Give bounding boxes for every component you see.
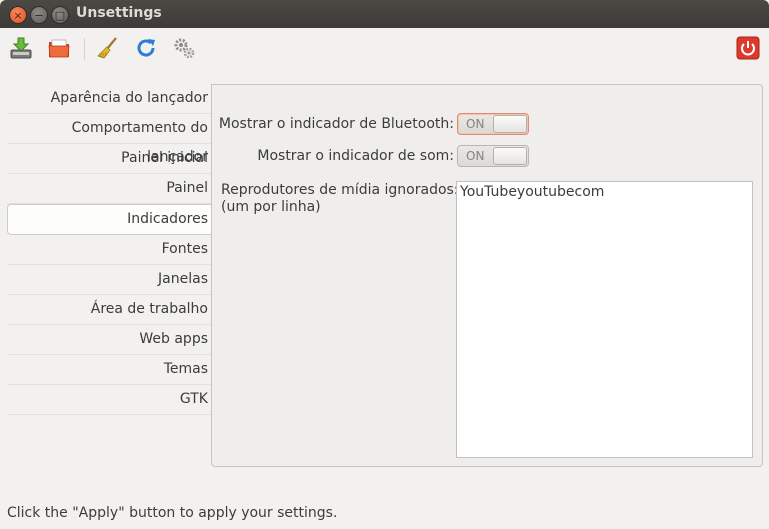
close-button[interactable]: × <box>9 6 27 24</box>
refresh-button[interactable] <box>133 35 159 61</box>
switch-state: ON <box>466 149 485 163</box>
minimize-icon: − <box>34 8 44 22</box>
sidebar-item-label: Web apps <box>139 331 208 347</box>
sidebar-item-label: Aparência do lançador <box>50 90 208 106</box>
media-players-label: Reprodutores de mídia ignorados: (um por… <box>221 182 459 216</box>
settings-button[interactable] <box>171 35 197 61</box>
sidebar-item-label: Fontes <box>161 241 208 257</box>
folder-open-icon <box>48 39 70 58</box>
sidebar: Aparência do lançador Comportamento do l… <box>7 84 212 415</box>
sidebar-item-label: Painel <box>166 180 208 196</box>
sidebar-item-label: Temas <box>163 361 208 377</box>
media-players-textarea[interactable]: YouTubeyoutubecom <box>456 181 753 458</box>
sound-switch[interactable]: ON <box>457 145 529 167</box>
quit-button[interactable] <box>735 35 761 61</box>
open-button[interactable] <box>46 35 72 61</box>
toolbar-separator <box>84 38 85 60</box>
switch-knob <box>493 115 527 133</box>
window-title: Unsettings <box>76 5 162 21</box>
sidebar-item-temas[interactable]: Temas <box>7 355 212 385</box>
sidebar-item-label: GTK <box>179 391 208 407</box>
switch-knob <box>493 147 527 165</box>
maximize-button[interactable]: □ <box>51 6 69 24</box>
bluetooth-label: Mostrar o indicador de Bluetooth: <box>218 116 454 132</box>
sidebar-item-painel-inicial[interactable]: Painel inicial <box>7 144 212 174</box>
save-button[interactable] <box>8 35 34 61</box>
refresh-icon <box>137 39 155 57</box>
sidebar-item-label: Painel inicial <box>121 150 208 166</box>
sidebar-item-label: Área de trabalho <box>90 301 208 317</box>
sidebar-item-label: Janelas <box>158 271 208 287</box>
gears-icon <box>174 38 195 59</box>
switch-state: ON <box>466 117 485 131</box>
minimize-button[interactable]: − <box>30 6 48 24</box>
sidebar-item-area-trabalho[interactable]: Área de trabalho <box>7 295 212 325</box>
power-icon <box>736 36 760 60</box>
maximize-icon: □ <box>54 8 66 22</box>
media-players-label-line1: Reprodutores de mídia ignorados: <box>221 182 459 198</box>
close-icon: × <box>13 8 23 22</box>
broom-icon <box>97 37 117 59</box>
status-bar-text: Click the "Apply" button to apply your s… <box>7 505 338 521</box>
sidebar-item-painel[interactable]: Painel <box>7 174 212 204</box>
save-icon <box>10 37 32 59</box>
sidebar-item-label: Indicadores <box>127 211 208 227</box>
media-players-label-line2: (um por linha) <box>221 199 321 215</box>
indicators-panel: Mostrar o indicador de Bluetooth: ON Mos… <box>211 84 763 467</box>
media-players-text: YouTubeyoutubecom <box>460 184 605 200</box>
sidebar-item-aparencia-lancador[interactable]: Aparência do lançador <box>7 84 212 114</box>
title-bar: × − □ Unsettings <box>0 0 769 28</box>
bluetooth-switch[interactable]: ON <box>457 113 529 135</box>
toolbar <box>0 28 769 68</box>
sound-label: Mostrar o indicador de som: <box>257 148 454 164</box>
sidebar-item-comportamento-lancador[interactable]: Comportamento do lançador <box>7 114 212 165</box>
clean-button[interactable] <box>95 35 121 61</box>
sidebar-item-indicadores[interactable]: Indicadores <box>7 204 212 235</box>
sidebar-item-fontes[interactable]: Fontes <box>7 235 212 265</box>
sidebar-item-gtk[interactable]: GTK <box>7 385 212 415</box>
sidebar-item-web-apps[interactable]: Web apps <box>7 325 212 355</box>
sidebar-item-janelas[interactable]: Janelas <box>7 265 212 295</box>
